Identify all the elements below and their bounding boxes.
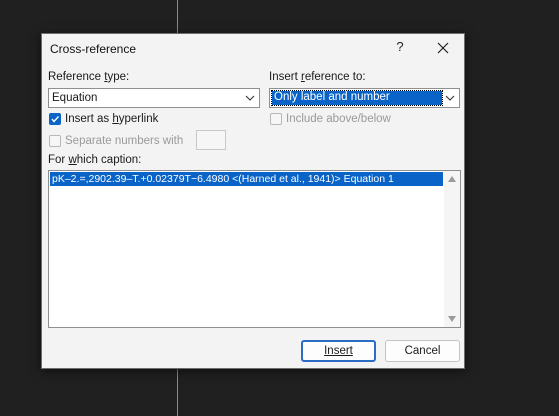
caption-listbox[interactable]: pK–2.=,2902.39–T.+0.02379T−6.4980 <(Harn… — [48, 170, 461, 328]
dialog-title: Cross-reference — [50, 42, 137, 56]
separate-numbers-label: Separate numbers with — [65, 135, 184, 147]
insert-reference-select[interactable]: Only label and number — [269, 88, 460, 108]
include-above-below-checkbox[interactable] — [270, 113, 282, 125]
include-above-below-label: Include above/below — [286, 113, 391, 125]
insert-reference-highlight: Only label and number — [271, 90, 443, 106]
reference-type-select[interactable]: Equation — [48, 88, 260, 108]
close-icon — [437, 42, 449, 54]
chevron-down-icon — [445, 95, 455, 101]
separate-numbers-checkbox[interactable] — [49, 135, 61, 147]
separate-numbers-input[interactable] — [196, 130, 226, 150]
insert-reference-value: Only label and number — [274, 91, 390, 103]
cancel-button[interactable]: Cancel — [385, 340, 460, 362]
caption-scrollbar[interactable] — [444, 171, 460, 327]
scroll-up-icon[interactable] — [447, 175, 457, 183]
insert-button[interactable]: Insert — [301, 340, 376, 362]
scroll-down-icon[interactable] — [447, 315, 457, 323]
insert-hyperlink-label: Insert as hyperlink — [65, 113, 159, 125]
caption-label: For which caption: — [48, 154, 142, 166]
cross-reference-dialog: Cross-reference ? Reference type: Equati… — [41, 33, 465, 369]
chevron-down-icon — [245, 95, 255, 101]
insert-button-label: Insert — [324, 345, 353, 357]
reference-type-label: Reference type: — [48, 71, 130, 83]
insert-reference-label: Insert reference to: — [269, 71, 366, 83]
help-button[interactable]: ? — [392, 39, 408, 54]
checkmark-icon — [51, 116, 60, 123]
insert-hyperlink-checkbox[interactable] — [49, 113, 61, 125]
close-button[interactable] — [434, 39, 452, 57]
caption-list-item[interactable]: pK–2.=,2902.39–T.+0.02379T−6.4980 <(Harn… — [50, 172, 443, 186]
reference-type-value: Equation — [52, 92, 98, 104]
